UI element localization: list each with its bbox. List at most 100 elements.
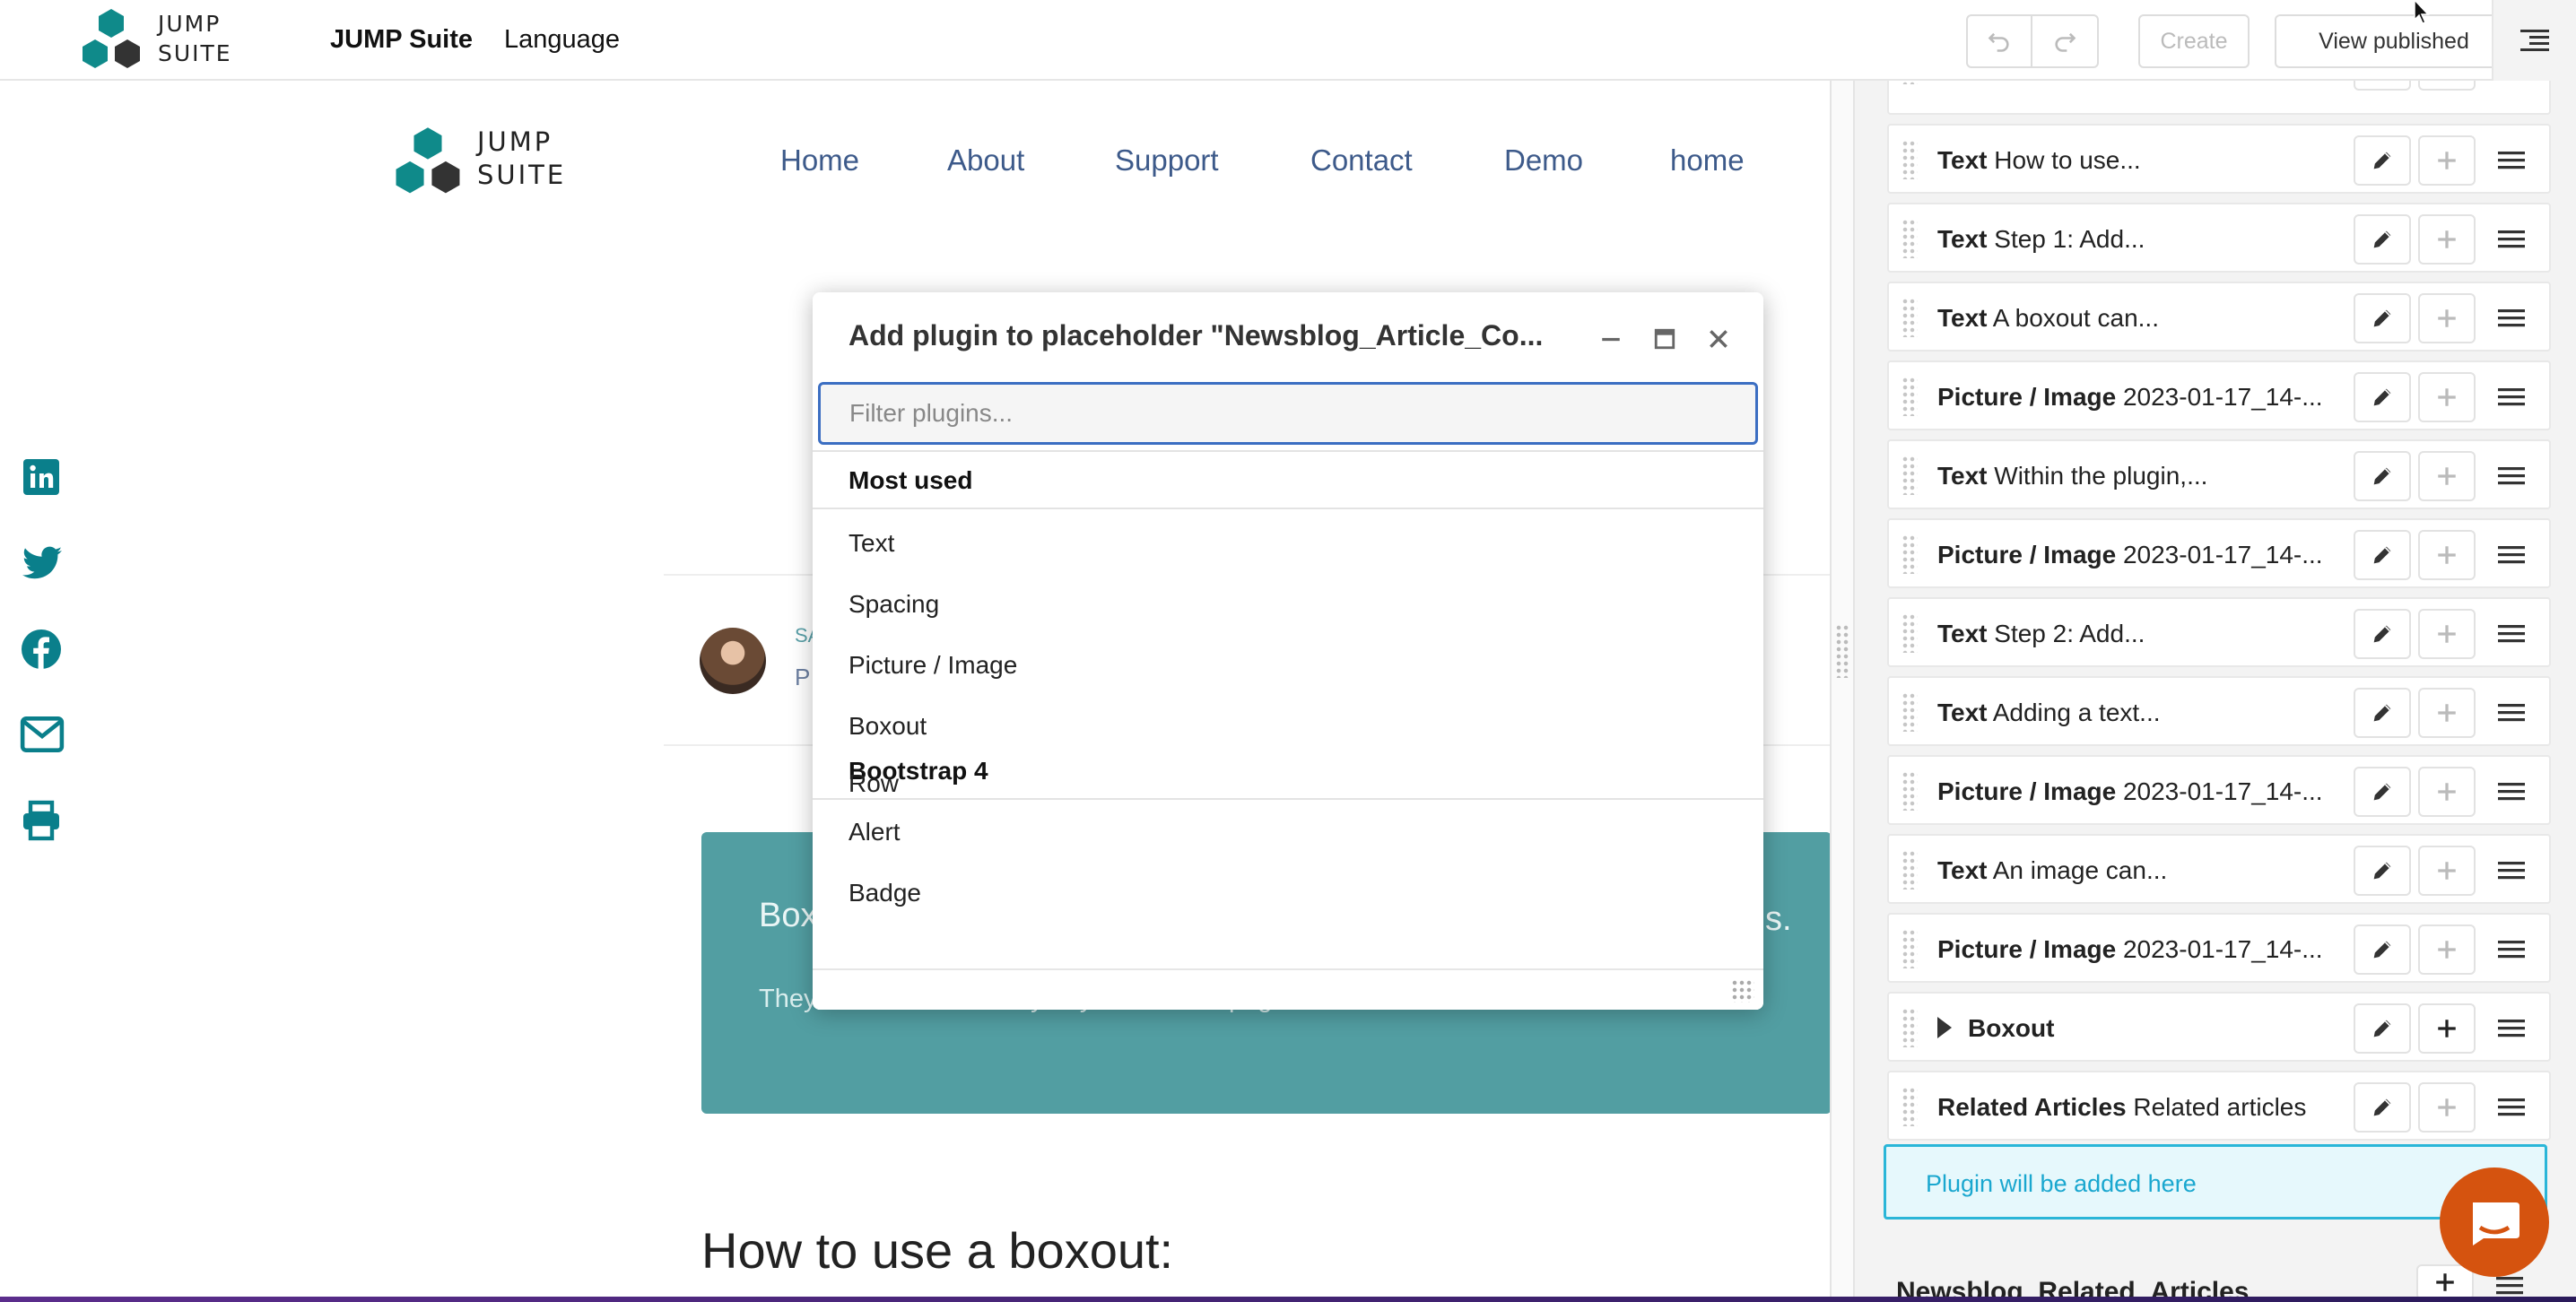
site-logo-icon[interactable] — [387, 126, 468, 199]
plugin-menu-button[interactable] — [2483, 767, 2540, 817]
plugin-menu-button[interactable] — [2483, 372, 2540, 422]
add-plugin-button[interactable] — [2418, 609, 2476, 659]
edit-plugin-button[interactable] — [2354, 688, 2411, 738]
plugin-menu-button[interactable] — [2483, 293, 2540, 343]
edit-plugin-button[interactable] — [2354, 609, 2411, 659]
structure-plugin-row[interactable]: Boxout — [1887, 992, 2551, 1062]
nav-home[interactable]: Home — [780, 143, 859, 178]
drag-handle-icon[interactable] — [1902, 692, 1918, 732]
plugin-item-text[interactable]: Text — [849, 529, 894, 558]
drag-handle-icon[interactable] — [1902, 456, 1918, 495]
add-plugin-button[interactable] — [2418, 530, 2476, 580]
filter-plugins-input[interactable] — [818, 382, 1758, 445]
structure-plugin-row[interactable]: Text An image can... — [1887, 834, 2551, 904]
plugin-menu-button[interactable] — [2483, 214, 2540, 265]
edit-plugin-button[interactable] — [2354, 530, 2411, 580]
plugin-menu-button[interactable] — [2483, 1082, 2540, 1133]
add-plugin-button[interactable] — [2418, 688, 2476, 738]
drag-handle-icon[interactable] — [1902, 534, 1918, 574]
facebook-icon[interactable] — [20, 628, 63, 671]
add-plugin-button[interactable] — [2418, 372, 2476, 422]
structure-plugin-row[interactable]: Text Adding a text... — [1887, 676, 2551, 746]
structure-plugin-row[interactable]: Picture / Image 2023-01-17_14-... — [1887, 518, 2551, 588]
edit-plugin-button[interactable] — [2354, 846, 2411, 896]
add-plugin-button[interactable] — [2418, 451, 2476, 501]
plugin-menu-button[interactable] — [2483, 609, 2540, 659]
structure-plugin-row[interactable]: Text Within the plugin,... — [1887, 439, 2551, 509]
structure-plugin-row[interactable]: Text Step 1: Add... — [1887, 203, 2551, 273]
structure-plugin-row[interactable]: Related Articles Related articles — [1887, 1071, 2551, 1141]
resize-grip-icon[interactable] — [1731, 979, 1754, 1003]
redo-button[interactable] — [2031, 14, 2099, 68]
structure-toggle-button[interactable] — [2492, 0, 2576, 81]
structure-plugin-row[interactable]: Picture / Image 2023-01-17_14-... — [1887, 913, 2551, 983]
structure-plugin-row[interactable]: Picture / Image 2023-01-17_14-... — [1887, 755, 2551, 825]
jump-suite-logo-icon[interactable] — [75, 7, 147, 74]
plugin-item-picture-image[interactable]: Picture / Image — [849, 651, 1017, 680]
toolbar-language-menu[interactable]: Language — [504, 25, 620, 55]
twitter-icon[interactable] — [20, 542, 65, 585]
edit-plugin-button[interactable] — [2354, 767, 2411, 817]
drag-handle-icon[interactable] — [1902, 850, 1918, 890]
undo-button[interactable] — [1966, 14, 2032, 68]
drag-handle-icon[interactable] — [1902, 377, 1918, 416]
plugin-item-alert[interactable]: Alert — [849, 818, 901, 846]
structure-plugin-row[interactable]: Text Step 2: Add... — [1887, 597, 2551, 667]
nav-home-2[interactable]: home — [1670, 143, 1745, 178]
drag-handle-icon[interactable] — [1902, 298, 1918, 337]
sidebar-resize-handle[interactable] — [1830, 81, 1855, 1302]
edit-plugin-button[interactable] — [2354, 293, 2411, 343]
structure-plugin-row[interactable]: Picture / Image 2023-01-17_14-... — [1887, 360, 2551, 430]
plugin-menu-button[interactable] — [2483, 924, 2540, 975]
placeholder-add-button[interactable] — [2416, 1264, 2474, 1300]
nav-about[interactable]: About — [947, 143, 1024, 178]
minimize-button[interactable] — [1591, 319, 1631, 359]
plugin-menu-button[interactable] — [2483, 530, 2540, 580]
drag-handle-icon[interactable] — [1902, 1008, 1918, 1047]
nav-demo[interactable]: Demo — [1504, 143, 1583, 178]
add-plugin-button[interactable] — [2418, 293, 2476, 343]
edit-plugin-button[interactable] — [2354, 372, 2411, 422]
view-published-button[interactable]: View published — [2275, 14, 2513, 68]
add-plugin-button[interactable] — [2418, 846, 2476, 896]
add-plugin-button[interactable] — [2418, 767, 2476, 817]
drag-handle-icon[interactable] — [1902, 219, 1918, 258]
add-plugin-button[interactable] — [2418, 1003, 2476, 1054]
plugin-menu-button[interactable] — [2483, 688, 2540, 738]
plugin-item-badge[interactable]: Badge — [849, 879, 921, 907]
add-plugin-button[interactable] — [2418, 135, 2476, 186]
structure-plugin-row[interactable]: Text How to use... — [1887, 124, 2551, 194]
drag-handle-icon[interactable] — [1902, 140, 1918, 179]
chat-widget-button[interactable] — [2440, 1167, 2549, 1277]
add-plugin-button[interactable] — [2418, 214, 2476, 265]
drag-handle-icon[interactable] — [1902, 1087, 1918, 1126]
nav-contact[interactable]: Contact — [1310, 143, 1413, 178]
edit-plugin-button[interactable] — [2354, 451, 2411, 501]
email-icon[interactable] — [20, 714, 65, 755]
plugin-item-row[interactable]: Row — [849, 769, 899, 798]
print-icon[interactable] — [20, 798, 63, 843]
close-button[interactable] — [1699, 319, 1738, 359]
drag-handle-icon[interactable] — [1902, 613, 1918, 653]
add-plugin-button[interactable] — [2418, 1082, 2476, 1133]
drag-handle-icon[interactable] — [1902, 771, 1918, 811]
plugin-menu-button[interactable] — [2483, 135, 2540, 186]
plugin-menu-button[interactable] — [2483, 1003, 2540, 1054]
edit-plugin-button[interactable] — [2354, 1082, 2411, 1133]
structure-plugin-row[interactable]: Text A boxout can... — [1887, 282, 2551, 352]
edit-plugin-button[interactable] — [2354, 135, 2411, 186]
plugin-menu-button[interactable] — [2483, 451, 2540, 501]
edit-plugin-button[interactable] — [2354, 214, 2411, 265]
expand-caret-icon[interactable] — [1937, 1017, 1952, 1038]
nav-support[interactable]: Support — [1115, 143, 1219, 178]
plugin-item-spacing[interactable]: Spacing — [849, 590, 939, 619]
plugin-item-boxout[interactable]: Boxout — [849, 712, 927, 741]
linkedin-icon[interactable] — [20, 456, 63, 499]
drag-handle-icon[interactable] — [1902, 929, 1918, 968]
plugin-menu-button[interactable] — [2483, 846, 2540, 896]
toolbar-site-title[interactable]: JUMP Suite — [330, 25, 473, 55]
edit-plugin-button[interactable] — [2354, 924, 2411, 975]
edit-plugin-button[interactable] — [2354, 1003, 2411, 1054]
create-button[interactable]: Create — [2138, 14, 2250, 68]
add-plugin-button[interactable] — [2418, 924, 2476, 975]
